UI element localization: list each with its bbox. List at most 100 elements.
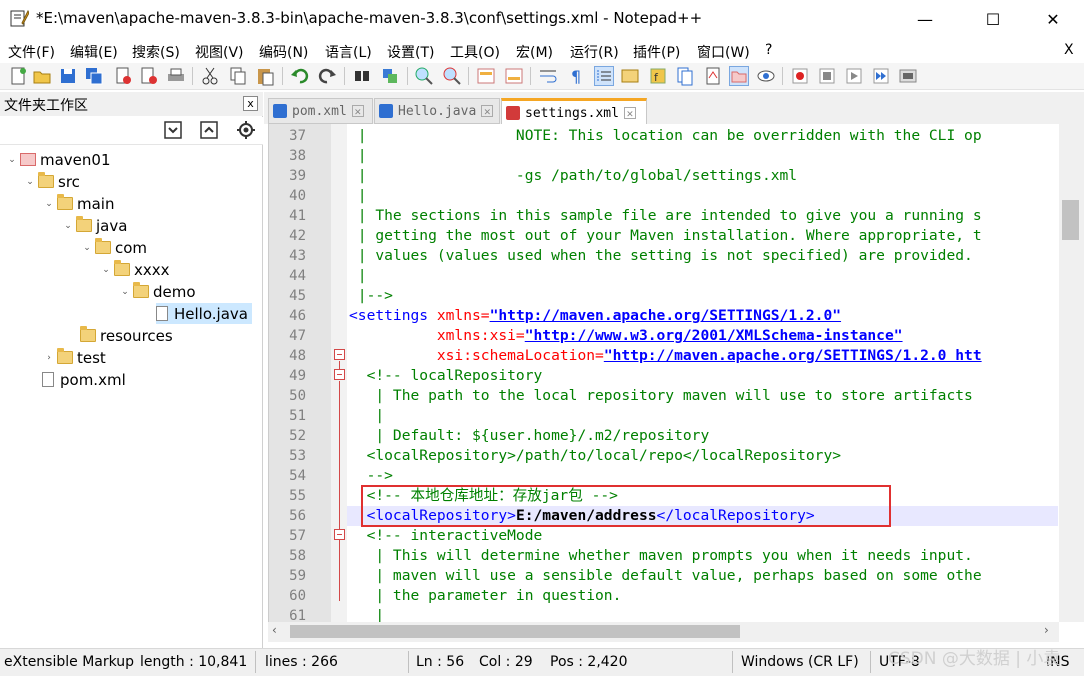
maximize-button[interactable]: ☐ xyxy=(970,0,1016,38)
scroll-right-icon[interactable]: › xyxy=(1044,623,1049,637)
menu-encoding[interactable]: 编码(N) xyxy=(259,42,308,62)
word-wrap-icon[interactable] xyxy=(538,66,558,86)
toolbar-divider xyxy=(407,67,408,85)
locate-current-file-icon[interactable] xyxy=(236,120,256,140)
status-column: Col : 29 xyxy=(479,654,533,670)
panel-close-button[interactable]: x xyxy=(243,96,258,111)
menu-help[interactable]: ? xyxy=(765,42,772,58)
menu-tools[interactable]: 工具(O) xyxy=(450,42,500,62)
close-button[interactable]: ✕ xyxy=(1030,0,1076,38)
code-editor[interactable]: 37 38 39 40 41 42 43 44 45 46 47 48 49 50 51 52 53 54 55 56… xyxy=(268,124,1058,622)
save-macro-icon[interactable] xyxy=(898,66,918,86)
fold-collapse-icon[interactable] xyxy=(334,529,345,540)
menu-bar: 文件(F) 编辑(E) 搜索(S) 视图(V) 编码(N) 语言(L) 设置(T… xyxy=(0,39,1084,63)
menu-edit[interactable]: 编辑(E) xyxy=(70,42,118,62)
expand-toggle[interactable]: ⌄ xyxy=(81,243,93,253)
svg-text:¶: ¶ xyxy=(571,67,581,86)
replace-icon[interactable] xyxy=(380,66,400,86)
close-all-icon[interactable] xyxy=(139,66,159,86)
function-list-icon[interactable]: f xyxy=(648,66,668,86)
fold-collapse-icon[interactable] xyxy=(334,369,345,380)
expand-toggle[interactable]: ⌄ xyxy=(6,155,18,165)
find-icon[interactable] xyxy=(352,66,372,86)
expand-toggle[interactable]: ⌄ xyxy=(119,287,131,297)
save-all-icon[interactable] xyxy=(84,66,104,86)
paste-icon[interactable] xyxy=(255,66,275,86)
menu-settings[interactable]: 设置(T) xyxy=(387,42,434,62)
tree-node-hello-java[interactable]: Hello.java xyxy=(156,303,252,324)
folder-as-workspace-icon[interactable] xyxy=(729,66,749,86)
tab-label: settings.xml xyxy=(525,105,619,121)
tab-close-icon[interactable]: ✕ xyxy=(351,105,364,118)
expand-all-icon[interactable] xyxy=(163,120,183,140)
expand-toggle[interactable]: ⌄ xyxy=(100,265,112,275)
code-line: <!-- interactiveMode xyxy=(349,527,543,544)
menu-file[interactable]: 文件(F) xyxy=(8,42,55,62)
tab-close-icon[interactable]: ✕ xyxy=(623,107,636,120)
tree-node-demo[interactable]: ⌄ demo xyxy=(119,281,196,302)
menu-search[interactable]: 搜索(S) xyxy=(132,42,180,62)
tree-node-src[interactable]: ⌄ src xyxy=(24,171,80,192)
expand-toggle[interactable]: ⌄ xyxy=(43,199,55,209)
redo-icon[interactable] xyxy=(317,66,337,86)
play-macro-icon[interactable] xyxy=(844,66,864,86)
folder-icon xyxy=(133,282,149,298)
folder-workspace-icon[interactable] xyxy=(703,66,723,86)
tree-node-resources[interactable]: resources xyxy=(80,325,173,346)
toolbar-divider xyxy=(468,67,469,85)
indent-guide-icon[interactable] xyxy=(594,66,614,86)
menu-language[interactable]: 语言(L) xyxy=(325,42,372,62)
expand-toggle[interactable]: › xyxy=(43,353,55,363)
menu-view[interactable]: 视图(V) xyxy=(195,42,244,62)
document-tab-bar: pom.xml ✕ Hello.java ✕ settings.xml ✕ xyxy=(264,92,1084,125)
doc-map-icon[interactable] xyxy=(620,66,640,86)
close-document-button[interactable]: X xyxy=(1064,42,1074,58)
fold-collapse-icon[interactable] xyxy=(334,349,345,360)
vertical-scroll-thumb[interactable] xyxy=(1062,200,1079,240)
undo-icon[interactable] xyxy=(290,66,310,86)
tab-pom-xml[interactable]: pom.xml ✕ xyxy=(268,98,373,124)
cut-icon[interactable] xyxy=(200,66,220,86)
sync-horizontal-icon[interactable] xyxy=(504,66,524,86)
copy-icon[interactable] xyxy=(228,66,248,86)
menu-run[interactable]: 运行(R) xyxy=(570,42,619,62)
scroll-left-icon[interactable]: ‹ xyxy=(272,623,277,637)
show-all-chars-icon[interactable]: ¶ xyxy=(566,66,586,86)
tree-node-main[interactable]: ⌄ main xyxy=(43,193,114,214)
tab-close-icon[interactable]: ✕ xyxy=(481,105,494,118)
status-lines: lines : 266 xyxy=(265,654,338,670)
vertical-scrollbar[interactable] xyxy=(1059,124,1084,622)
record-macro-icon[interactable] xyxy=(790,66,810,86)
menu-plugins[interactable]: 插件(P) xyxy=(633,42,680,62)
save-icon[interactable] xyxy=(58,66,78,86)
stop-macro-icon[interactable] xyxy=(817,66,837,86)
close-file-icon[interactable] xyxy=(113,66,133,86)
run-macro-multiple-icon[interactable] xyxy=(871,66,891,86)
zoom-out-icon[interactable] xyxy=(442,66,462,86)
horizontal-scroll-thumb[interactable] xyxy=(290,625,740,638)
line-number: 51 xyxy=(289,408,306,424)
open-file-icon[interactable] xyxy=(32,66,52,86)
code-line: | the parameter in question. xyxy=(349,587,622,604)
tab-settings-xml[interactable]: settings.xml ✕ xyxy=(501,98,647,125)
tree-node-maven01[interactable]: ⌄ maven01 xyxy=(6,149,110,170)
tab-hello-java[interactable]: Hello.java ✕ xyxy=(374,98,500,124)
expand-toggle[interactable]: ⌄ xyxy=(24,177,36,187)
tree-node-pom-xml[interactable]: pom.xml xyxy=(42,369,126,390)
menu-macro[interactable]: 宏(M) xyxy=(516,42,553,62)
expand-toggle[interactable]: ⌄ xyxy=(62,221,74,231)
minimize-button[interactable]: — xyxy=(902,0,948,38)
toolbar-divider xyxy=(282,67,283,85)
zoom-in-icon[interactable] xyxy=(414,66,434,86)
document-list-icon[interactable] xyxy=(675,66,695,86)
tree-node-test[interactable]: › test xyxy=(43,347,106,368)
menu-window[interactable]: 窗口(W) xyxy=(697,42,750,62)
print-icon[interactable] xyxy=(166,66,186,86)
tree-node-xxxx[interactable]: ⌄ xxxx xyxy=(100,259,170,280)
monitoring-eye-icon[interactable] xyxy=(756,66,776,86)
collapse-all-icon[interactable] xyxy=(199,120,219,140)
tree-node-com[interactable]: ⌄ com xyxy=(81,237,147,258)
tree-node-java[interactable]: ⌄ java xyxy=(62,215,127,236)
sync-vertical-icon[interactable] xyxy=(476,66,496,86)
new-file-icon[interactable] xyxy=(8,66,28,86)
